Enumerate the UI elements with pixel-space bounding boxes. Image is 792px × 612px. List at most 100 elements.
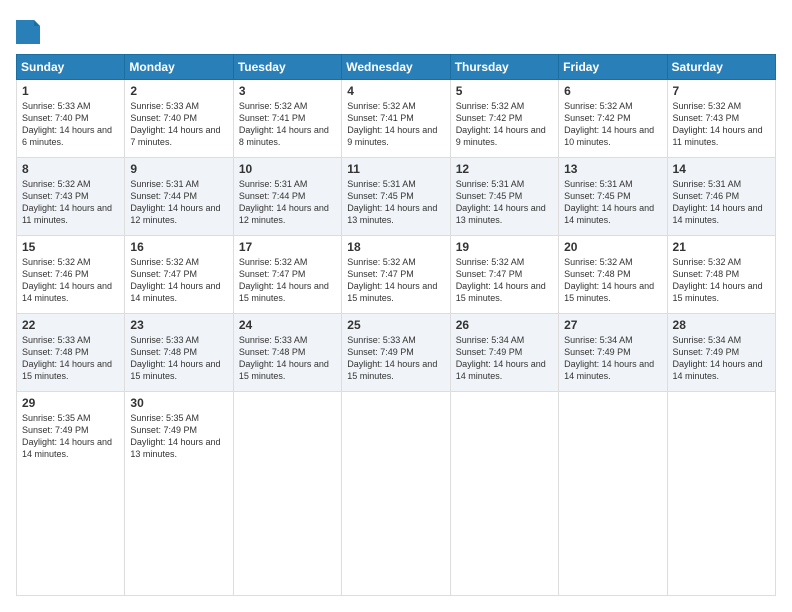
- calendar-cell: 4 Sunrise: 5:32 AM Sunset: 7:41 PM Dayli…: [342, 80, 450, 158]
- day-info: Sunrise: 5:32 AM Sunset: 7:41 PM Dayligh…: [347, 100, 444, 149]
- sunrise-label: Sunrise: 5:32 AM: [456, 257, 525, 267]
- sunrise-label: Sunrise: 5:32 AM: [239, 257, 308, 267]
- daylight-label: Daylight: 14 hours and 15 minutes.: [239, 359, 329, 381]
- day-number: 12: [456, 162, 553, 176]
- daylight-label: Daylight: 14 hours and 15 minutes.: [239, 281, 329, 303]
- day-number: 6: [564, 84, 661, 98]
- page: SundayMondayTuesdayWednesdayThursdayFrid…: [0, 0, 792, 612]
- calendar-cell: [233, 392, 341, 596]
- sunset-label: Sunset: 7:48 PM: [130, 347, 197, 357]
- day-info: Sunrise: 5:32 AM Sunset: 7:47 PM Dayligh…: [130, 256, 227, 305]
- weekday-header: Monday: [125, 55, 233, 80]
- sunset-label: Sunset: 7:42 PM: [456, 113, 523, 123]
- day-info: Sunrise: 5:31 AM Sunset: 7:45 PM Dayligh…: [456, 178, 553, 227]
- calendar-cell: 3 Sunrise: 5:32 AM Sunset: 7:41 PM Dayli…: [233, 80, 341, 158]
- day-number: 1: [22, 84, 119, 98]
- sunrise-label: Sunrise: 5:31 AM: [239, 179, 308, 189]
- sunset-label: Sunset: 7:44 PM: [130, 191, 197, 201]
- daylight-label: Daylight: 14 hours and 14 minutes.: [130, 281, 220, 303]
- day-info: Sunrise: 5:33 AM Sunset: 7:48 PM Dayligh…: [130, 334, 227, 383]
- calendar-cell: [450, 392, 558, 596]
- sunrise-label: Sunrise: 5:32 AM: [347, 257, 416, 267]
- day-info: Sunrise: 5:31 AM Sunset: 7:44 PM Dayligh…: [239, 178, 336, 227]
- day-info: Sunrise: 5:34 AM Sunset: 7:49 PM Dayligh…: [456, 334, 553, 383]
- day-info: Sunrise: 5:33 AM Sunset: 7:40 PM Dayligh…: [130, 100, 227, 149]
- day-number: 18: [347, 240, 444, 254]
- daylight-label: Daylight: 14 hours and 14 minutes.: [22, 281, 112, 303]
- sunset-label: Sunset: 7:48 PM: [564, 269, 631, 279]
- calendar-cell: 29 Sunrise: 5:35 AM Sunset: 7:49 PM Dayl…: [17, 392, 125, 596]
- daylight-label: Daylight: 14 hours and 10 minutes.: [564, 125, 654, 147]
- day-number: 28: [673, 318, 770, 332]
- day-info: Sunrise: 5:32 AM Sunset: 7:42 PM Dayligh…: [564, 100, 661, 149]
- sunrise-label: Sunrise: 5:32 AM: [22, 179, 91, 189]
- sunset-label: Sunset: 7:49 PM: [673, 347, 740, 357]
- daylight-label: Daylight: 14 hours and 12 minutes.: [239, 203, 329, 225]
- day-info: Sunrise: 5:34 AM Sunset: 7:49 PM Dayligh…: [673, 334, 770, 383]
- calendar-cell: 7 Sunrise: 5:32 AM Sunset: 7:43 PM Dayli…: [667, 80, 775, 158]
- calendar-week-row: 29 Sunrise: 5:35 AM Sunset: 7:49 PM Dayl…: [17, 392, 776, 596]
- day-number: 13: [564, 162, 661, 176]
- weekday-header: Sunday: [17, 55, 125, 80]
- calendar-cell: 22 Sunrise: 5:33 AM Sunset: 7:48 PM Dayl…: [17, 314, 125, 392]
- sunrise-label: Sunrise: 5:32 AM: [456, 101, 525, 111]
- day-info: Sunrise: 5:32 AM Sunset: 7:46 PM Dayligh…: [22, 256, 119, 305]
- sunrise-label: Sunrise: 5:32 AM: [347, 101, 416, 111]
- sunrise-label: Sunrise: 5:31 AM: [130, 179, 199, 189]
- sunrise-label: Sunrise: 5:33 AM: [130, 101, 199, 111]
- daylight-label: Daylight: 14 hours and 15 minutes.: [22, 359, 112, 381]
- sunset-label: Sunset: 7:46 PM: [673, 191, 740, 201]
- calendar-week-row: 8 Sunrise: 5:32 AM Sunset: 7:43 PM Dayli…: [17, 158, 776, 236]
- sunset-label: Sunset: 7:41 PM: [239, 113, 306, 123]
- sunrise-label: Sunrise: 5:31 AM: [456, 179, 525, 189]
- day-number: 5: [456, 84, 553, 98]
- calendar-cell: 16 Sunrise: 5:32 AM Sunset: 7:47 PM Dayl…: [125, 236, 233, 314]
- calendar-cell: 13 Sunrise: 5:31 AM Sunset: 7:45 PM Dayl…: [559, 158, 667, 236]
- sunrise-label: Sunrise: 5:32 AM: [564, 101, 633, 111]
- day-number: 19: [456, 240, 553, 254]
- day-info: Sunrise: 5:32 AM Sunset: 7:41 PM Dayligh…: [239, 100, 336, 149]
- sunset-label: Sunset: 7:48 PM: [673, 269, 740, 279]
- calendar-week-row: 22 Sunrise: 5:33 AM Sunset: 7:48 PM Dayl…: [17, 314, 776, 392]
- day-info: Sunrise: 5:31 AM Sunset: 7:45 PM Dayligh…: [564, 178, 661, 227]
- daylight-label: Daylight: 14 hours and 15 minutes.: [456, 281, 546, 303]
- daylight-label: Daylight: 14 hours and 14 minutes.: [564, 203, 654, 225]
- sunrise-label: Sunrise: 5:31 AM: [564, 179, 633, 189]
- weekday-header: Wednesday: [342, 55, 450, 80]
- sunrise-label: Sunrise: 5:33 AM: [347, 335, 416, 345]
- sunrise-label: Sunrise: 5:35 AM: [130, 413, 199, 423]
- calendar-cell: 15 Sunrise: 5:32 AM Sunset: 7:46 PM Dayl…: [17, 236, 125, 314]
- sunset-label: Sunset: 7:47 PM: [347, 269, 414, 279]
- day-info: Sunrise: 5:35 AM Sunset: 7:49 PM Dayligh…: [130, 412, 227, 461]
- sunrise-label: Sunrise: 5:31 AM: [347, 179, 416, 189]
- daylight-label: Daylight: 14 hours and 14 minutes.: [456, 359, 546, 381]
- daylight-label: Daylight: 14 hours and 6 minutes.: [22, 125, 112, 147]
- weekday-header: Tuesday: [233, 55, 341, 80]
- calendar-cell: 10 Sunrise: 5:31 AM Sunset: 7:44 PM Dayl…: [233, 158, 341, 236]
- logo: [16, 16, 44, 44]
- calendar-week-row: 1 Sunrise: 5:33 AM Sunset: 7:40 PM Dayli…: [17, 80, 776, 158]
- calendar-cell: 14 Sunrise: 5:31 AM Sunset: 7:46 PM Dayl…: [667, 158, 775, 236]
- calendar-cell: 21 Sunrise: 5:32 AM Sunset: 7:48 PM Dayl…: [667, 236, 775, 314]
- daylight-label: Daylight: 14 hours and 15 minutes.: [347, 359, 437, 381]
- sunrise-label: Sunrise: 5:34 AM: [564, 335, 633, 345]
- day-info: Sunrise: 5:32 AM Sunset: 7:43 PM Dayligh…: [673, 100, 770, 149]
- day-info: Sunrise: 5:32 AM Sunset: 7:43 PM Dayligh…: [22, 178, 119, 227]
- calendar-cell: 6 Sunrise: 5:32 AM Sunset: 7:42 PM Dayli…: [559, 80, 667, 158]
- calendar-cell: 26 Sunrise: 5:34 AM Sunset: 7:49 PM Dayl…: [450, 314, 558, 392]
- sunset-label: Sunset: 7:46 PM: [22, 269, 89, 279]
- sunrise-label: Sunrise: 5:33 AM: [22, 335, 91, 345]
- daylight-label: Daylight: 14 hours and 9 minutes.: [456, 125, 546, 147]
- daylight-label: Daylight: 14 hours and 7 minutes.: [130, 125, 220, 147]
- day-number: 17: [239, 240, 336, 254]
- calendar-cell: 8 Sunrise: 5:32 AM Sunset: 7:43 PM Dayli…: [17, 158, 125, 236]
- day-info: Sunrise: 5:35 AM Sunset: 7:49 PM Dayligh…: [22, 412, 119, 461]
- calendar-cell: 12 Sunrise: 5:31 AM Sunset: 7:45 PM Dayl…: [450, 158, 558, 236]
- calendar-cell: 5 Sunrise: 5:32 AM Sunset: 7:42 PM Dayli…: [450, 80, 558, 158]
- day-info: Sunrise: 5:31 AM Sunset: 7:45 PM Dayligh…: [347, 178, 444, 227]
- day-number: 15: [22, 240, 119, 254]
- day-number: 29: [22, 396, 119, 410]
- sunrise-label: Sunrise: 5:33 AM: [239, 335, 308, 345]
- sunset-label: Sunset: 7:48 PM: [22, 347, 89, 357]
- daylight-label: Daylight: 14 hours and 15 minutes.: [347, 281, 437, 303]
